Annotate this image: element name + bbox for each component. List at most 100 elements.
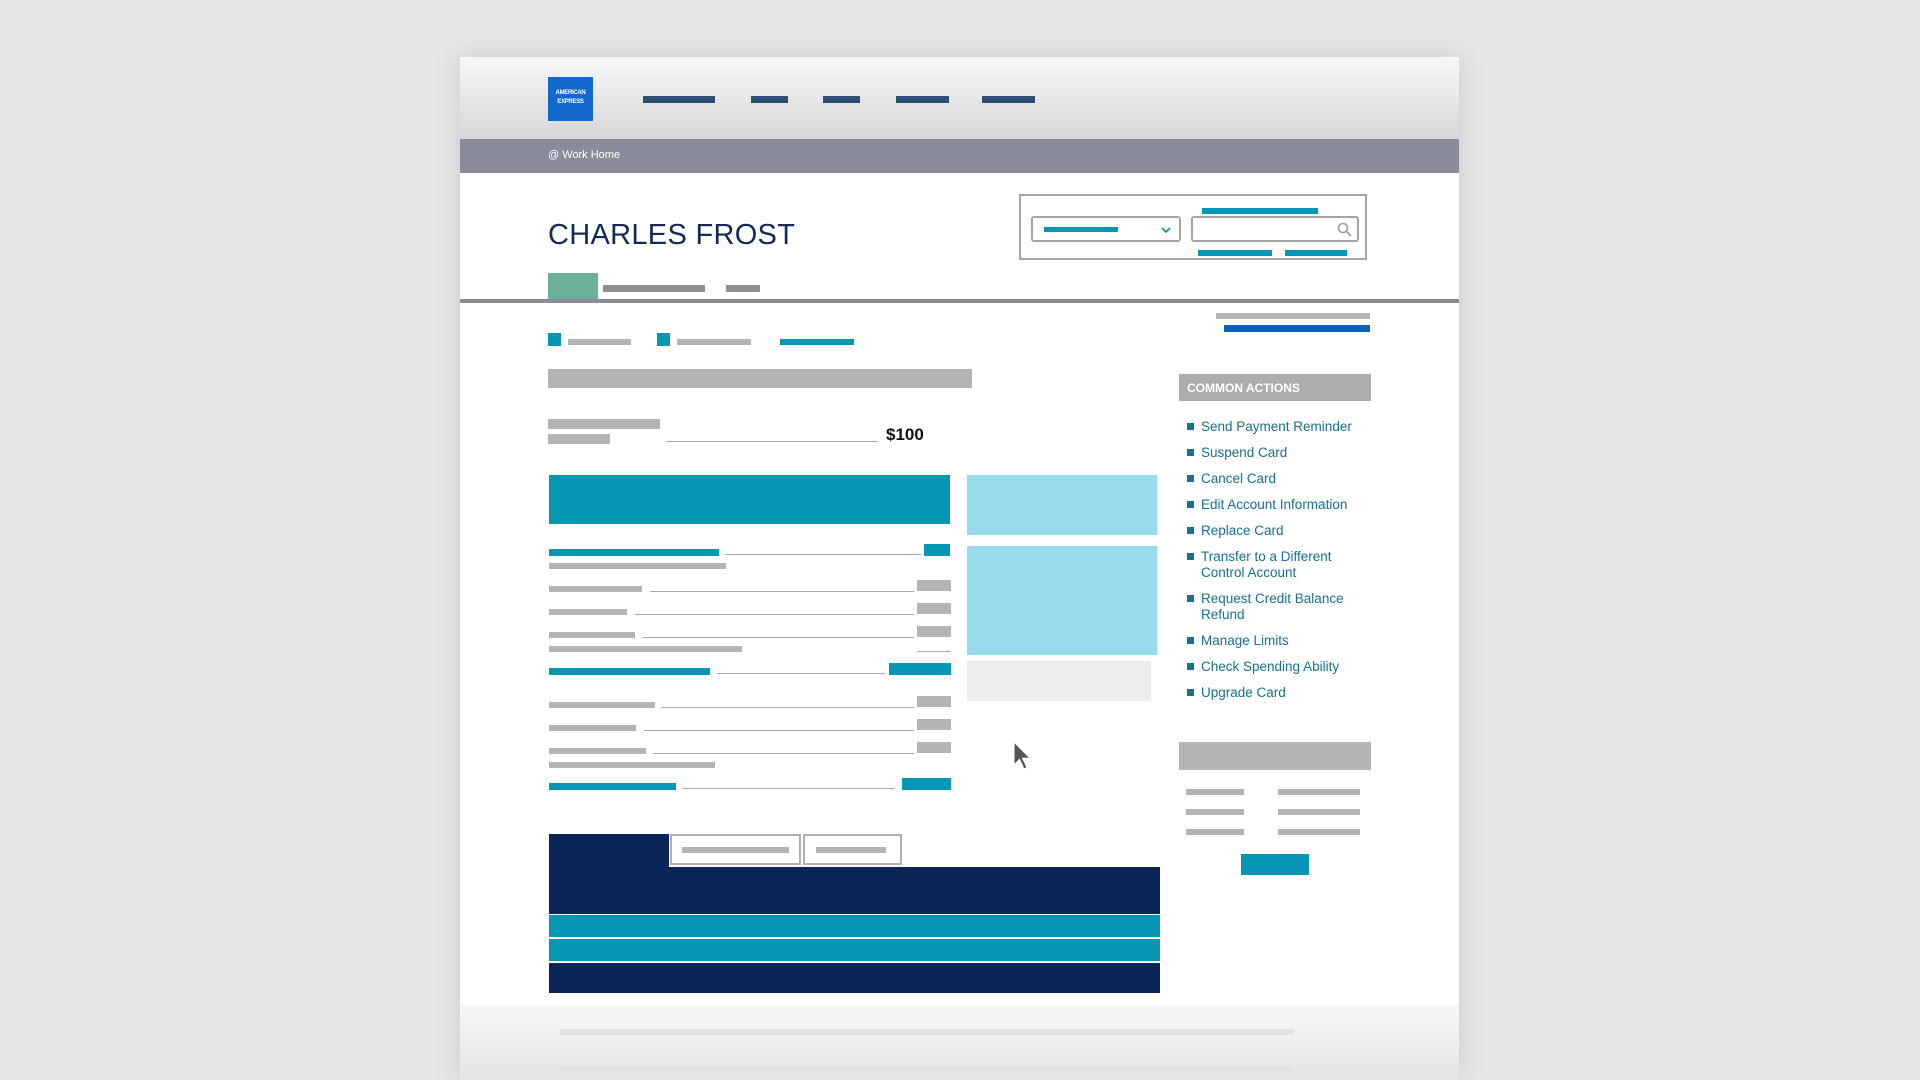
balance-leader-line <box>666 441 878 442</box>
info-box-1 <box>967 475 1157 535</box>
nav-item-3[interactable] <box>823 96 860 103</box>
line-group-1-total-value <box>889 663 951 675</box>
nav-item-5[interactable] <box>982 96 1035 103</box>
action-label: Suspend Card <box>1201 445 1288 460</box>
action-label: Transfer to a Different Control Account <box>1201 549 1332 580</box>
page-footer <box>460 1005 1459 1080</box>
tab-2[interactable] <box>603 285 705 292</box>
action-replace-card[interactable]: Replace Card <box>1187 523 1377 539</box>
action-cancel-card[interactable]: Cancel Card <box>1187 471 1377 487</box>
amex-logo[interactable]: AMERICAN EXPRESS <box>548 77 593 121</box>
line-label <box>549 609 627 615</box>
panel-label <box>1186 829 1244 835</box>
table-tab-2[interactable] <box>670 834 801 865</box>
panel-value <box>1278 829 1360 835</box>
leader-line <box>683 788 895 789</box>
line-value <box>917 696 951 707</box>
statement-banner <box>549 475 950 524</box>
line-group-1-sub <box>549 563 726 569</box>
action-upgrade-card[interactable]: Upgrade Card <box>1187 685 1377 701</box>
line-label <box>549 586 642 592</box>
nav-item-2[interactable] <box>751 96 788 103</box>
nav-item-4[interactable] <box>896 96 949 103</box>
tab-active[interactable] <box>548 273 598 299</box>
table-header <box>549 867 1160 914</box>
action-transfer-control-account[interactable]: Transfer to a Different Control Account <box>1187 549 1377 581</box>
bullet-icon <box>1187 449 1194 456</box>
search-link-1[interactable] <box>1198 250 1272 256</box>
line-sub <box>549 762 715 768</box>
sidebar-panel-header <box>1179 742 1371 770</box>
account-page: AMERICAN EXPRESS @ Work Home CHARLES FRO… <box>460 57 1459 1080</box>
line-group-1-title <box>549 549 719 556</box>
balance-label <box>548 419 660 429</box>
bullet-icon <box>1187 663 1194 670</box>
legend-link[interactable] <box>780 339 854 345</box>
summary-link[interactable] <box>1224 325 1370 332</box>
action-request-credit-balance-refund[interactable]: Request Credit Balance Refund <box>1187 591 1377 623</box>
common-actions-title: COMMON ACTIONS <box>1187 381 1300 395</box>
bullet-icon <box>1187 553 1194 560</box>
select-value <box>1044 227 1118 232</box>
bullet-icon <box>1187 527 1194 534</box>
line-group-1-total <box>549 668 710 675</box>
table-tab-active[interactable] <box>549 834 669 869</box>
tab-3[interactable] <box>726 285 760 292</box>
top-header: AMERICAN EXPRESS <box>460 57 1459 139</box>
search-icon[interactable] <box>1337 222 1352 237</box>
table-row[interactable] <box>549 915 1160 937</box>
search-type-select[interactable] <box>1031 216 1181 242</box>
leader-line <box>661 707 914 708</box>
search-input[interactable] <box>1191 216 1359 242</box>
line-value <box>917 580 951 591</box>
line-label <box>549 748 646 754</box>
line-value <box>917 603 951 614</box>
panel-label <box>1186 789 1244 795</box>
line-group-1-value <box>924 544 950 556</box>
table-footer <box>549 963 1160 993</box>
leader-line <box>725 554 921 555</box>
balance-sublabel <box>548 434 610 444</box>
logo-text-top: AMERICAN <box>555 90 586 96</box>
nav-item-1[interactable] <box>643 96 715 103</box>
bullet-icon <box>1187 637 1194 644</box>
line-group-2-total-value <box>902 778 951 790</box>
table-row[interactable] <box>549 939 1160 961</box>
bullet-icon <box>1187 475 1194 482</box>
panel-label <box>1186 809 1244 815</box>
action-manage-limits[interactable]: Manage Limits <box>1187 633 1377 649</box>
line-label <box>549 725 636 731</box>
action-label: Edit Account Information <box>1201 497 1348 512</box>
action-label: Replace Card <box>1201 523 1284 538</box>
bullet-icon <box>1187 501 1194 508</box>
action-suspend-card[interactable]: Suspend Card <box>1187 445 1377 461</box>
leader-line <box>653 753 914 754</box>
line-sub <box>549 646 742 652</box>
action-label: Upgrade Card <box>1201 685 1286 700</box>
leader-line <box>644 730 914 731</box>
line-group-2-total <box>549 783 676 790</box>
tab-divider <box>460 299 1459 303</box>
balance-amount: $100 <box>886 425 924 444</box>
info-box-3 <box>967 661 1151 701</box>
action-edit-account-information[interactable]: Edit Account Information <box>1187 497 1377 513</box>
table-tab-3[interactable] <box>803 834 902 865</box>
leader-line <box>717 673 885 674</box>
action-check-spending-ability[interactable]: Check Spending Ability <box>1187 659 1377 675</box>
summary-label <box>1216 313 1370 319</box>
line-label <box>549 632 635 638</box>
breadcrumb-home-link[interactable]: @ Work Home <box>548 149 620 161</box>
action-send-payment-reminder[interactable]: Send Payment Reminder <box>1187 419 1377 435</box>
line-value <box>917 742 951 753</box>
breadcrumb: @ Work Home <box>460 139 1459 173</box>
tab-3-label <box>816 847 886 853</box>
page-title: CHARLES FROST <box>548 219 796 251</box>
action-label: Send Payment Reminder <box>1201 419 1352 434</box>
panel-action-button[interactable] <box>1241 854 1309 875</box>
pointer-cursor-icon <box>1013 741 1032 770</box>
info-box-2 <box>967 546 1157 655</box>
leader-line <box>635 614 914 615</box>
action-label: Cancel Card <box>1201 471 1277 486</box>
logo-text-bottom: EXPRESS <box>557 99 584 105</box>
search-link-2[interactable] <box>1285 250 1347 256</box>
